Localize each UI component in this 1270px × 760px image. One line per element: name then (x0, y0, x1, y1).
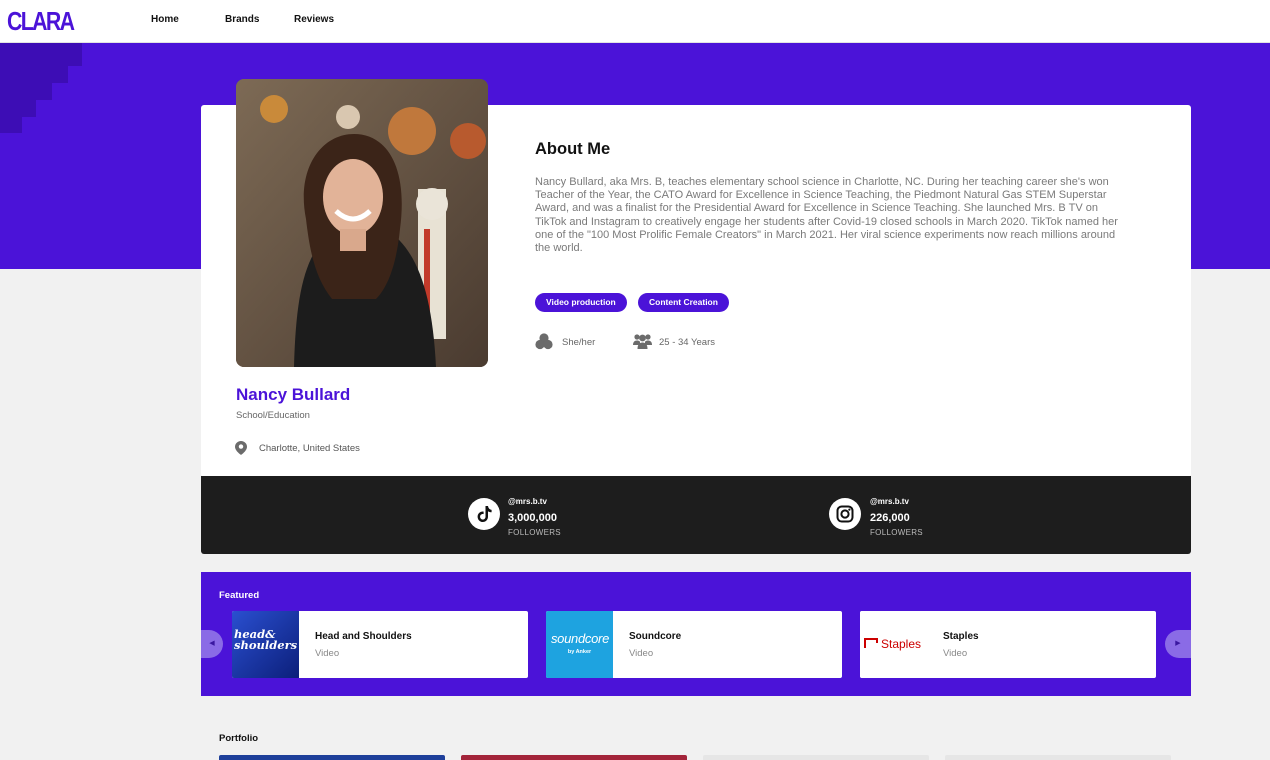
tiktok-handle[interactable]: @mrs.b.tv (508, 497, 547, 506)
brand-logo-text: head& shoulders (234, 627, 298, 652)
featured-card[interactable]: soundcore by Anker Soundcore Video (546, 611, 842, 678)
pronouns: She/her (562, 337, 596, 348)
hero-decoration (0, 117, 22, 133)
nav-home-link[interactable]: Home (151, 14, 179, 25)
featured-brand-name: Soundcore (629, 631, 682, 642)
portfolio-item[interactable] (461, 755, 687, 760)
creator-name: Nancy Bullard (236, 385, 351, 404)
top-navigation: CLARA Home Brands Reviews (0, 0, 1270, 43)
gender-icon (535, 333, 553, 350)
nav-brands-link[interactable]: Brands (225, 14, 259, 25)
featured-card[interactable]: Staples Staples Video (860, 611, 1156, 678)
hero-decoration (0, 43, 82, 66)
hero-decoration (0, 100, 36, 117)
featured-brand-name: Staples (943, 631, 979, 642)
chevron-left-icon: ◀ (209, 640, 215, 647)
tiktok-icon[interactable] (468, 498, 500, 530)
chevron-right-icon: ▶ (1175, 640, 1181, 647)
soundcore-logo: soundcore by Anker (546, 611, 613, 678)
age-group-icon (633, 334, 652, 349)
profile-photo (236, 79, 488, 367)
brand-logo-text: Staples (881, 637, 922, 651)
about-text: Nancy Bullard, aka Mrs. B, teaches eleme… (535, 176, 1118, 255)
tiktok-follower-count: 3,000,000 (508, 512, 557, 524)
portfolio-item[interactable] (945, 755, 1171, 760)
featured-heading: Featured (219, 590, 260, 601)
portfolio-heading: Portfolio (219, 733, 259, 744)
instagram-followers-label: FOLLOWERS (870, 528, 923, 537)
instagram-icon[interactable] (829, 498, 861, 530)
brand-logo-subtext: by Anker (567, 649, 592, 655)
featured-card[interactable]: head& shoulders Head and Shoulders Video (232, 611, 528, 678)
tag-video-production[interactable]: Video production (535, 293, 627, 312)
featured-content-type: Video (629, 648, 654, 659)
creator-location: Charlotte, United States (259, 443, 360, 454)
clara-logo[interactable]: CLARA (7, 6, 75, 37)
featured-content-type: Video (315, 648, 340, 659)
age-range: 25 - 34 Years (659, 337, 715, 348)
creator-category: School/Education (236, 410, 310, 421)
social-stats-bar (201, 476, 1191, 554)
staples-logo: Staples (860, 611, 927, 678)
brand-logo-text: soundcore (550, 631, 609, 646)
instagram-handle[interactable]: @mrs.b.tv (870, 497, 909, 506)
tiktok-followers-label: FOLLOWERS (508, 528, 561, 537)
staples-mark-icon (864, 638, 878, 648)
portfolio-item[interactable] (219, 755, 445, 760)
tag-content-creation[interactable]: Content Creation (638, 293, 729, 312)
instagram-follower-count: 226,000 (870, 512, 910, 524)
featured-content-type: Video (943, 648, 968, 659)
hero-decoration (0, 66, 68, 83)
location-pin-icon (235, 441, 247, 455)
nav-reviews-link[interactable]: Reviews (294, 14, 334, 25)
carousel-next-button[interactable]: ▶ (1165, 630, 1191, 658)
portfolio-item[interactable] (703, 755, 929, 760)
about-heading: About Me (535, 140, 611, 158)
hero-decoration (0, 83, 52, 100)
featured-brand-name: Head and Shoulders (315, 631, 412, 642)
head-and-shoulders-logo: head& shoulders (232, 611, 299, 678)
